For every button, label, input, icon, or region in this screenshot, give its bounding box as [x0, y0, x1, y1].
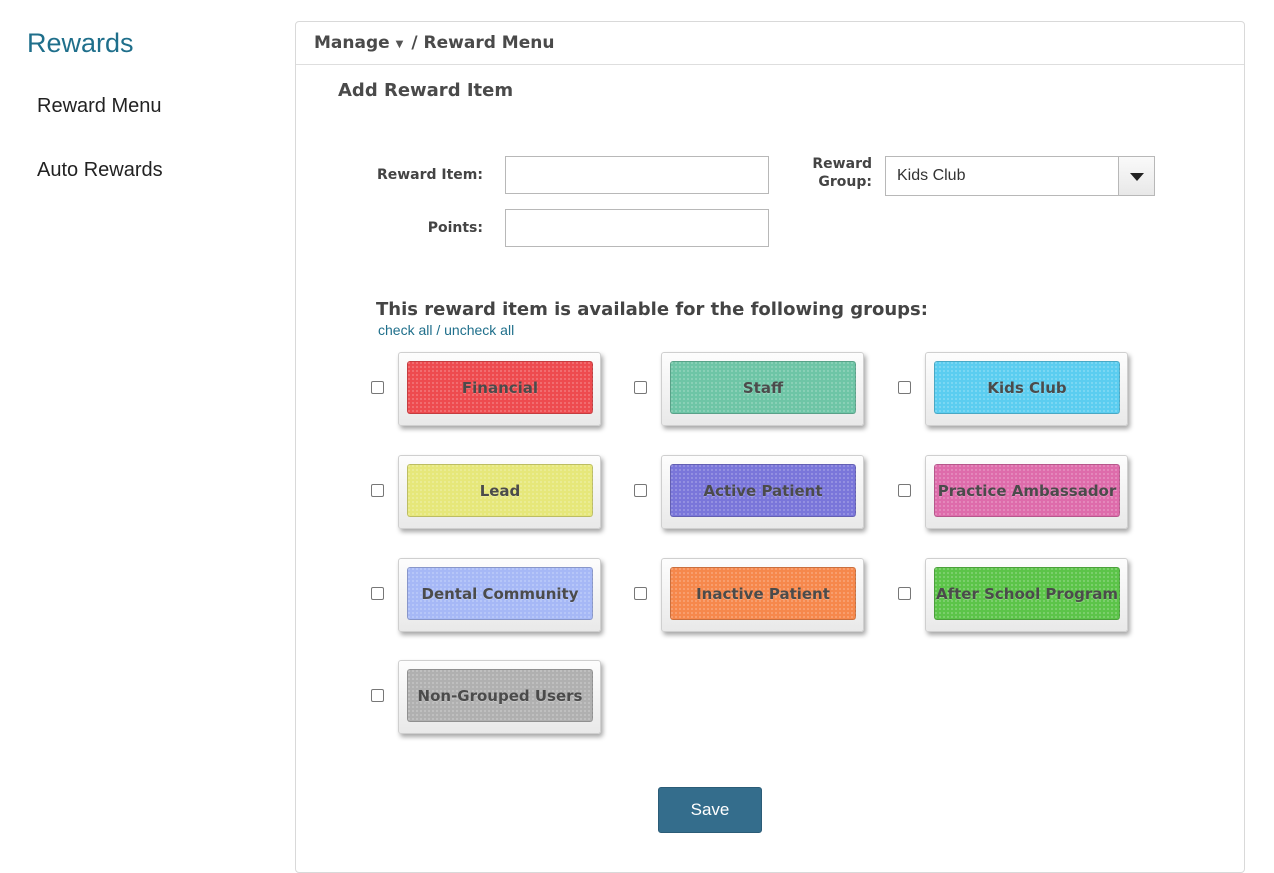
- group-tile-kids-club[interactable]: Kids Club: [925, 352, 1128, 426]
- points-label: Points:: [427, 220, 483, 236]
- group-chip-after-school-program: After School Program: [934, 567, 1120, 620]
- group-cell-kids-club: Kids Club: [898, 352, 1158, 426]
- group-checkbox-active-patient[interactable]: [634, 484, 647, 497]
- check-all-link[interactable]: check all: [378, 322, 432, 338]
- reward-group-select[interactable]: Kids Club: [885, 156, 1155, 196]
- group-chip-dental-community: Dental Community: [407, 567, 593, 620]
- group-tile-financial[interactable]: Financial: [398, 352, 601, 426]
- group-cell-practice-ambassador: Practice Ambassador: [898, 455, 1158, 529]
- reward-item-label: Reward Item:: [376, 167, 483, 183]
- group-chip-non-grouped-users: Non-Grouped Users: [407, 669, 593, 722]
- group-tile-inactive-patient[interactable]: Inactive Patient: [661, 558, 864, 632]
- sidebar-title: Rewards: [27, 28, 134, 58]
- reward-group-label-line1: Reward: [812, 156, 872, 172]
- group-cell-active-patient: Active Patient: [634, 455, 894, 529]
- check-links: check all / uncheck all: [378, 322, 514, 338]
- chevron-down-icon: [1130, 173, 1144, 181]
- group-chip-lead: Lead: [407, 464, 593, 517]
- points-input[interactable]: [505, 209, 769, 247]
- group-tile-after-school-program[interactable]: After School Program: [925, 558, 1128, 632]
- group-checkbox-dental-community[interactable]: [371, 587, 384, 600]
- reward-group-value: Kids Club: [897, 167, 966, 184]
- group-cell-non-grouped-users: Non-Grouped Users: [371, 660, 631, 734]
- group-checkbox-kids-club[interactable]: [898, 381, 911, 394]
- group-cell-inactive-patient: Inactive Patient: [634, 558, 894, 632]
- main-panel: Manage ▼ / Reward Menu Add Reward Item Rew…: [295, 21, 1245, 873]
- group-tile-practice-ambassador[interactable]: Practice Ambassador: [925, 455, 1128, 529]
- sidebar-item-auto-rewards[interactable]: Auto Rewards: [37, 159, 163, 182]
- group-tile-dental-community[interactable]: Dental Community: [398, 558, 601, 632]
- group-tile-non-grouped-users[interactable]: Non-Grouped Users: [398, 660, 601, 734]
- group-cell-after-school-program: After School Program: [898, 558, 1158, 632]
- sidebar-item-reward-menu[interactable]: Reward Menu: [37, 95, 162, 118]
- sidebar: Rewards Reward Menu Auto Rewards: [0, 0, 280, 856]
- uncheck-all-link[interactable]: uncheck all: [444, 322, 514, 338]
- group-chip-kids-club: Kids Club: [934, 361, 1120, 414]
- breadcrumb-manage[interactable]: Manage: [314, 33, 390, 53]
- group-chip-active-patient: Active Patient: [670, 464, 856, 517]
- reward-group-label-line2: Group:: [818, 174, 872, 190]
- group-chip-inactive-patient: Inactive Patient: [670, 567, 856, 620]
- group-checkbox-staff[interactable]: [634, 381, 647, 394]
- group-checkbox-financial[interactable]: [371, 381, 384, 394]
- group-chip-financial: Financial: [407, 361, 593, 414]
- reward-group-label: Reward Group:: [776, 155, 872, 191]
- panel-header: Manage ▼ / Reward Menu: [296, 22, 1244, 65]
- breadcrumb-separator: /: [411, 33, 418, 53]
- group-checkbox-after-school-program[interactable]: [898, 587, 911, 600]
- group-tile-active-patient[interactable]: Active Patient: [661, 455, 864, 529]
- group-cell-financial: Financial: [371, 352, 631, 426]
- groups-heading: This reward item is available for the fo…: [376, 299, 928, 320]
- group-cell-staff: Staff: [634, 352, 894, 426]
- group-checkbox-practice-ambassador[interactable]: [898, 484, 911, 497]
- links-separator: /: [432, 322, 445, 338]
- group-checkbox-lead[interactable]: [371, 484, 384, 497]
- caret-down-icon[interactable]: ▼: [396, 39, 404, 50]
- group-chip-practice-ambassador: Practice Ambassador: [934, 464, 1120, 517]
- group-cell-lead: Lead: [371, 455, 631, 529]
- group-tile-lead[interactable]: Lead: [398, 455, 601, 529]
- group-tile-staff[interactable]: Staff: [661, 352, 864, 426]
- group-checkbox-non-grouped-users[interactable]: [371, 689, 384, 702]
- dropdown-button[interactable]: [1118, 157, 1154, 195]
- group-chip-staff: Staff: [670, 361, 856, 414]
- breadcrumb: Manage ▼ / Reward Menu: [314, 33, 554, 53]
- section-title: Add Reward Item: [338, 80, 514, 101]
- breadcrumb-current: Reward Menu: [423, 33, 555, 53]
- group-cell-dental-community: Dental Community: [371, 558, 631, 632]
- group-checkbox-inactive-patient[interactable]: [634, 587, 647, 600]
- reward-item-input[interactable]: [505, 156, 769, 194]
- save-button[interactable]: Save: [658, 787, 762, 833]
